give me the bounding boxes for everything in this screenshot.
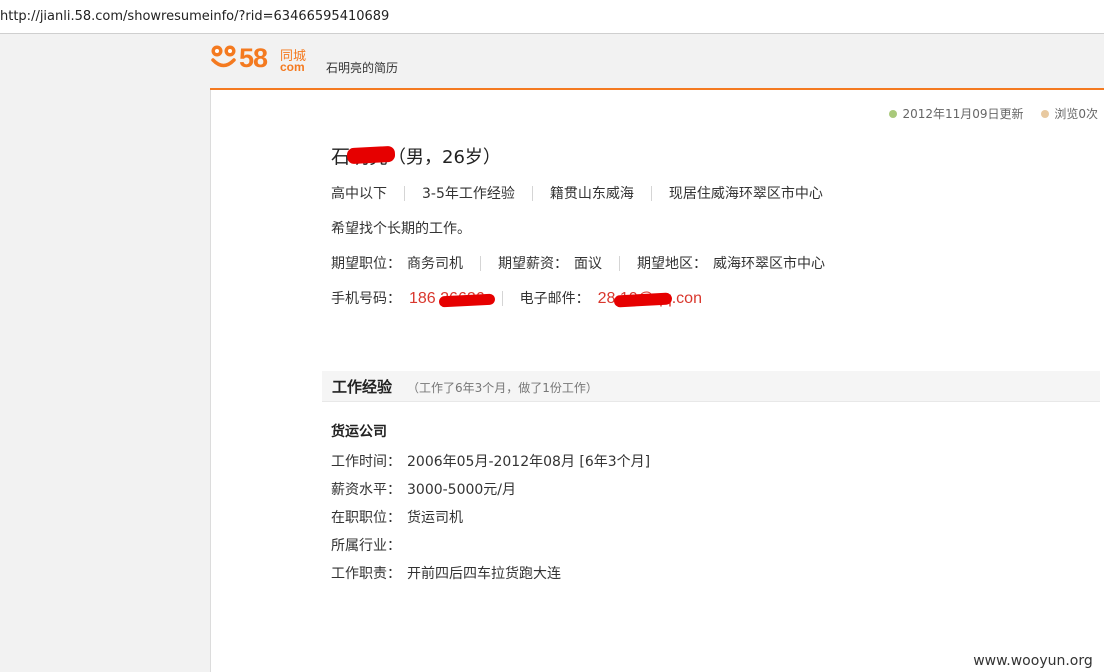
divider xyxy=(650,185,652,201)
logo-mascot-icon xyxy=(211,45,236,68)
expect-salary-label: 期望薪资： xyxy=(498,256,568,272)
field-value: 2006年05月-2012年08月 [6年3个月] xyxy=(407,454,651,470)
expect-position-value: 商务司机 xyxy=(407,256,463,272)
expect-area-value: 威海环翠区市中心 xyxy=(713,256,825,272)
attribute-row: 高中以下 3-5年工作经验 籍贯山东威海 现居住威海环翠区市中心 xyxy=(331,183,823,203)
contact-row: 手机号码： 186 26626 电子邮件： 28 10@qq.con xyxy=(331,288,702,308)
section-title: 工作经验 xyxy=(332,378,393,396)
updated-text: 2012年11月09日更新 xyxy=(902,107,1024,121)
field-value: 开前四后四车拉货跑大连 xyxy=(407,566,561,582)
resume-panel: 2012年11月09日更新 浏览0次 石明亮 （男，26岁） 高中以下 3-5年工… xyxy=(210,90,1104,672)
candidate-heading: 石明亮 （男，26岁） xyxy=(331,142,501,169)
site-logo[interactable]: 58 同城 com xyxy=(210,43,314,74)
site-header: 58 同城 com 石明亮的简历 xyxy=(210,34,1104,88)
divider xyxy=(619,255,620,271)
expect-salary-value: 面议 xyxy=(574,256,602,272)
expectation-row: 期望职位： 商务司机 期望薪资： 面议 期望地区： 威海环翠区市中心 xyxy=(331,253,825,273)
work-experience-header: 工作经验 （工作了6年3个月，做了1份工作） xyxy=(322,371,1100,402)
job-field-row: 薪资水平： 3000-5000元/月 xyxy=(331,479,516,499)
email-wrap: 28 10@qq.con xyxy=(598,290,702,308)
candidate-name-wrap: 石明亮 xyxy=(331,142,396,169)
resume-meta: 2012年11月09日更新 浏览0次 xyxy=(889,105,1098,122)
divider xyxy=(404,185,405,201)
expect-position-label: 期望职位： xyxy=(331,256,401,272)
phone-label: 手机号码： xyxy=(331,291,401,307)
attr-experience: 3-5年工作经验 xyxy=(422,186,515,202)
divider xyxy=(480,255,481,271)
field-label: 工作时间： xyxy=(331,454,401,470)
views-text: 浏览0次 xyxy=(1054,107,1098,121)
field-value: 3000-5000元/月 xyxy=(407,482,517,498)
gender-age: （男，26岁） xyxy=(388,147,501,168)
browser-address-bar[interactable]: http://jianli.58.com/showresumeinfo/?rid… xyxy=(0,0,1104,34)
field-value: 货运司机 xyxy=(407,510,463,526)
phone-redaction-mark xyxy=(438,293,496,308)
attr-education: 高中以下 xyxy=(331,186,387,202)
divider xyxy=(531,185,533,201)
watermark: www.wooyun.org xyxy=(962,651,1104,672)
views-info: 浏览0次 xyxy=(1041,105,1098,122)
section-summary: （工作了6年3个月，做了1份工作） xyxy=(407,381,598,395)
expect-area-label: 期望地区： xyxy=(637,256,707,272)
divider xyxy=(501,290,503,306)
updated-dot-icon xyxy=(889,109,898,118)
url-text[interactable]: http://jianli.58.com/showresumeinfo/?rid… xyxy=(0,9,389,24)
attr-residence: 现居住威海环翠区市中心 xyxy=(668,186,823,202)
field-label: 工作职责： xyxy=(331,566,401,582)
logo-domain: com xyxy=(280,60,305,74)
name-redaction-mark xyxy=(346,145,396,165)
logo-number: 58 xyxy=(239,43,268,73)
intro-text: 希望找个长期的工作。 xyxy=(331,221,471,237)
attr-hometown: 籍贯山东威海 xyxy=(549,186,634,202)
field-label: 在职职位： xyxy=(331,510,401,526)
updated-info: 2012年11月09日更新 xyxy=(889,105,1024,122)
company-name: 货运公司 xyxy=(331,424,387,440)
job-field-row: 在职职位： 货运司机 xyxy=(331,507,463,527)
job-field-row: 所属行业： xyxy=(331,535,407,555)
job-field-row: 工作时间： 2006年05月-2012年08月 [6年3个月] xyxy=(331,451,650,471)
field-label: 薪资水平： xyxy=(331,482,401,498)
field-label: 所属行业： xyxy=(331,538,401,554)
job-field-row: 工作职责： 开前四后四车拉货跑大连 xyxy=(331,563,561,583)
email-label: 电子邮件： xyxy=(519,291,590,307)
phone-wrap: 186 26626 xyxy=(409,290,496,308)
page-title: 石明亮的简历 xyxy=(326,61,399,75)
views-dot-icon xyxy=(1041,109,1050,118)
